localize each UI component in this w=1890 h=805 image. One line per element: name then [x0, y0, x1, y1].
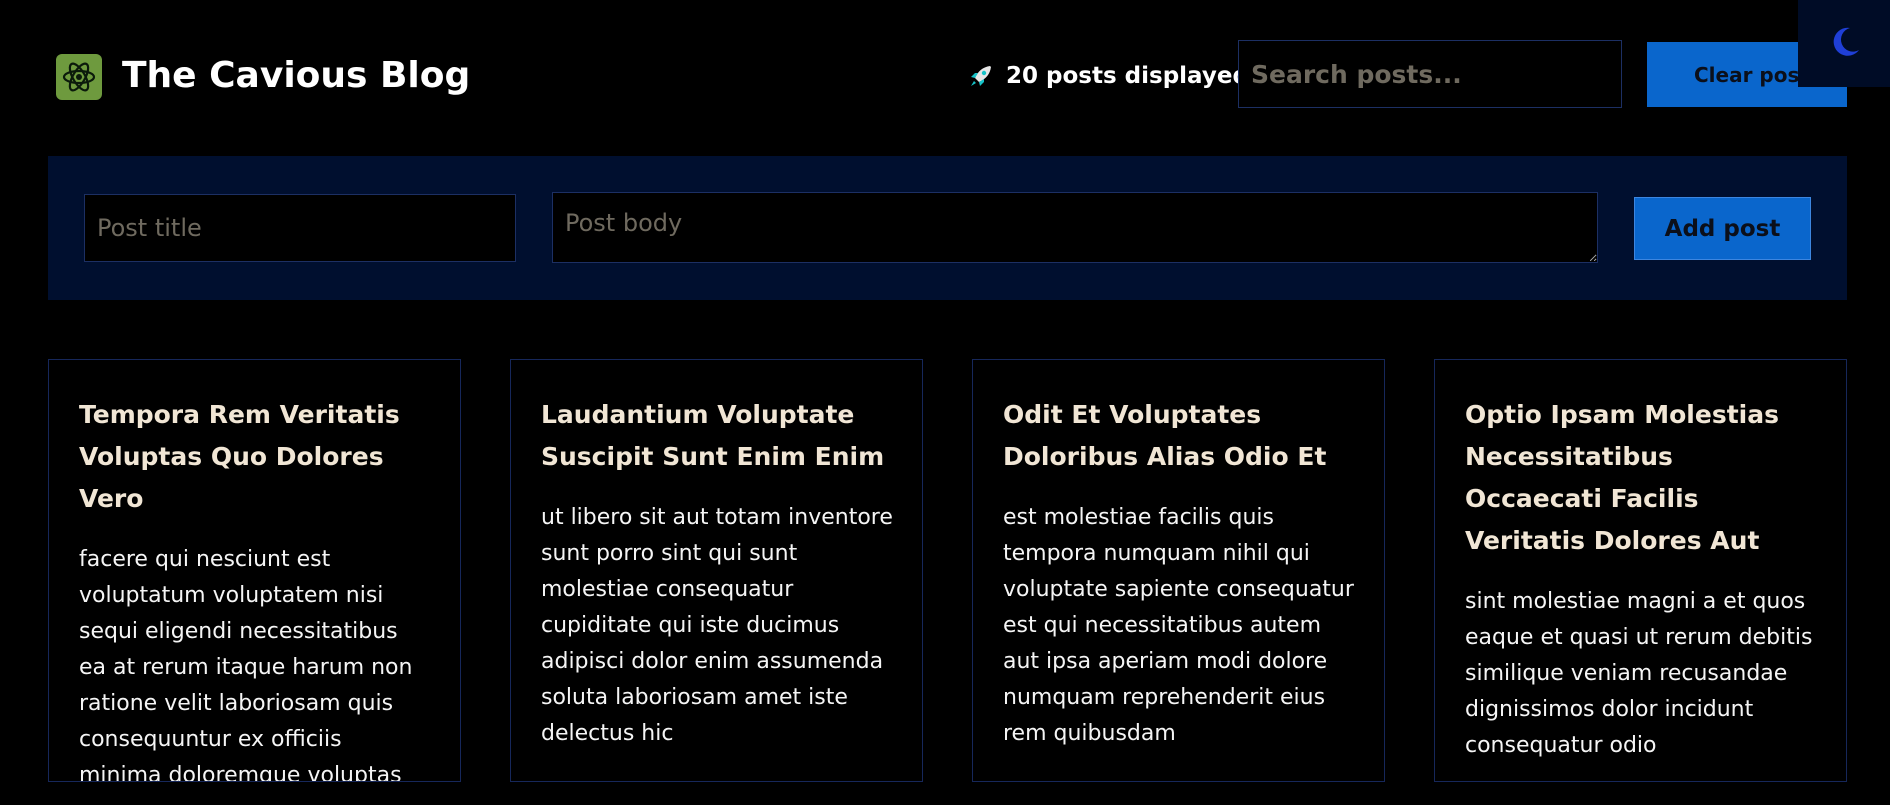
moon-icon [1826, 24, 1862, 64]
rocket-icon [968, 63, 994, 89]
post-title: Tempora Rem Veritatis Voluptas Quo Dolor… [79, 400, 400, 513]
post-body-input[interactable] [552, 192, 1598, 263]
post-title: Laudantium Voluptate Suscipit Sunt Enim … [541, 400, 885, 471]
post-title-input[interactable] [84, 194, 516, 262]
post-title: Odit Et Voluptates Doloribus Alias Odio … [1003, 400, 1327, 471]
search-input[interactable] [1238, 40, 1622, 108]
post-count: 20 posts displayed [968, 58, 1249, 94]
theme-toggle[interactable] [1798, 0, 1890, 87]
post-card: Optio Ipsam Molestias Necessitatibus Occ… [1434, 359, 1847, 782]
post-body: est molestiae facilis quis tempora numqu… [1003, 505, 1354, 746]
post-body: ut libero sit aut totam inventore sunt p… [541, 505, 893, 746]
post-count-text: 20 posts displayed [1006, 63, 1249, 89]
add-post-button[interactable]: Add post [1634, 197, 1811, 260]
post-body: sint molestiae magni a et quos eaque et … [1465, 589, 1813, 758]
post-list: Tempora Rem Veritatis Voluptas Quo Dolor… [48, 359, 1847, 782]
post-body: facere qui nesciunt est voluptatum volup… [79, 547, 413, 782]
atom-icon [56, 54, 102, 100]
site-header: The Cavious Blog 20 posts displayed Clea… [0, 0, 1890, 150]
post-title: Optio Ipsam Molestias Necessitatibus Occ… [1465, 400, 1779, 555]
post-card: Tempora Rem Veritatis Voluptas Quo Dolor… [48, 359, 461, 782]
post-card: Laudantium Voluptate Suscipit Sunt Enim … [510, 359, 923, 782]
compose-form: Add post [48, 156, 1847, 300]
post-card: Odit Et Voluptates Doloribus Alias Odio … [972, 359, 1385, 782]
site-title: The Cavious Blog [122, 55, 471, 96]
